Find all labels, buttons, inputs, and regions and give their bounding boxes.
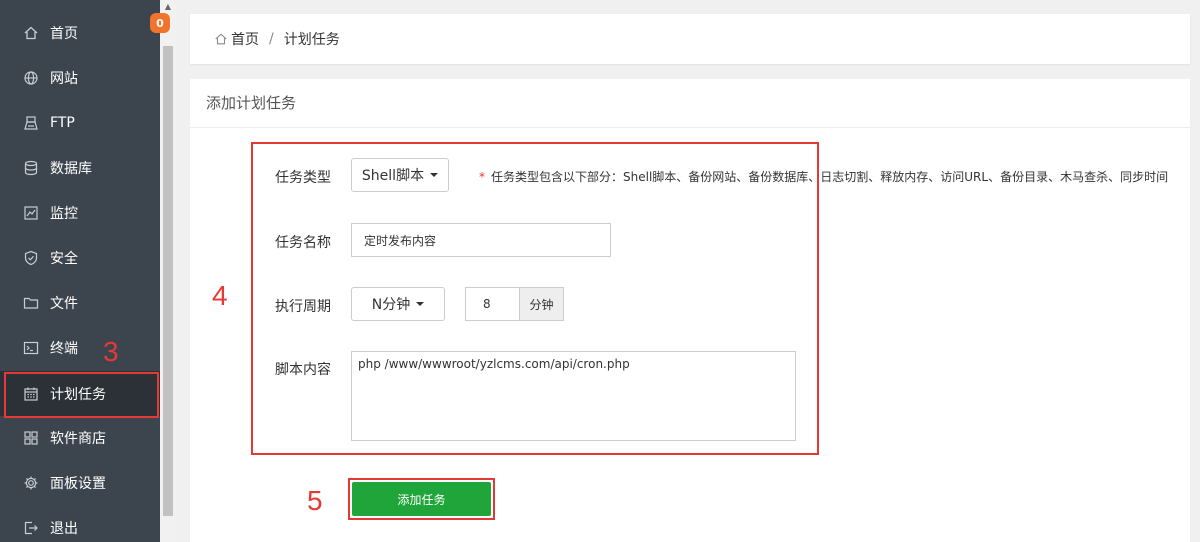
scroll-up-arrow-icon[interactable]: ▲ [163,2,173,12]
add-cron-panel: 添加计划任务 [190,79,1190,542]
sidebar-item-store[interactable]: 软件商店 [0,415,160,460]
task-type-label: 任务类型 [275,170,331,186]
sidebar-item-home[interactable]: 首页 [0,10,160,55]
cycle-number-input[interactable]: 8 [465,287,520,321]
sidebar-item-label: FTP [50,114,75,131]
breadcrumb-current: 计划任务 [283,32,340,48]
breadcrumb: 首页 / 计划任务 [214,14,340,64]
caret-down-icon [430,173,439,177]
cycle-value: N分钟 [371,297,411,313]
sidebar-item-label: 安全 [50,250,78,267]
logout-icon [23,520,39,536]
ftp-icon [23,115,39,131]
add-task-button[interactable]: 添加任务 [352,482,491,516]
sidebar-item-label: 首页 [50,25,78,42]
sidebar-scrollbar-thumb[interactable] [163,46,173,516]
script-textarea[interactable]: php /www/wwwroot/yzlcms.com/api/cron.php [351,351,796,441]
sidebar-item-label: 网站 [50,70,78,87]
notification-badge[interactable]: 0 [150,13,170,33]
breadcrumb-separator: / [269,31,274,47]
sidebar-item-logout[interactable]: 退出 [0,505,160,542]
required-star: * [479,170,485,184]
sidebar-item-website[interactable]: 网站 [0,55,160,100]
folder-icon [23,295,39,311]
sidebar-item-cron[interactable]: 计划任务 [0,371,160,416]
calendar-icon [23,386,39,402]
sidebar-item-label: 退出 [50,520,78,537]
task-type-value: Shell脚本 [361,168,425,184]
sidebar-item-monitor[interactable]: 监控 [0,190,160,235]
cycle-label: 执行周期 [275,299,331,315]
panel-title: 添加计划任务 [206,94,297,112]
annotation-step-5: 5 [307,485,323,516]
cycle-dropdown[interactable]: N分钟 [351,287,445,321]
sidebar-item-label: 数据库 [50,160,92,177]
annotation-step-4: 4 [212,280,228,311]
task-name-label: 任务名称 [275,235,331,251]
task-type-dropdown[interactable]: Shell脚本 [351,158,449,192]
sidebar-item-label: 文件 [50,295,78,312]
terminal-icon [23,340,39,356]
sidebar-item-ftp[interactable]: FTP [0,100,160,145]
sidebar-item-security[interactable]: 安全 [0,235,160,280]
sidebar-item-label: 终端 [50,340,78,357]
monitor-icon [23,205,39,221]
sidebar-item-database[interactable]: 数据库 [0,145,160,190]
sidebar-item-label: 面板设置 [50,475,106,492]
breadcrumb-home-link[interactable]: 首页 [231,29,259,49]
sidebar-item-label: 软件商店 [50,430,106,447]
globe-icon [23,70,39,86]
sidebar-item-label: 监控 [50,205,78,222]
sidebar-item-label: 计划任务 [50,386,106,403]
caret-down-icon [416,302,425,306]
home-icon [214,32,228,46]
breadcrumb-panel: 首页 / 计划任务 [190,14,1190,64]
sidebar-item-settings[interactable]: 面板设置 [0,460,160,505]
sidebar-item-files[interactable]: 文件 [0,280,160,325]
sidebar-item-terminal[interactable]: 终端 [0,325,160,370]
task-type-hint: * 任务类型包含以下部分：Shell脚本、备份网站、备份数据库、日志切割、释放内存… [479,168,1168,185]
annotation-step-3: 3 [103,336,119,367]
task-name-input[interactable]: 定时发布内容 [351,223,611,257]
cycle-unit-addon: 分钟 [519,287,564,321]
panel-divider [190,127,1190,128]
sidebar: 首页 网站 FTP 数据库 监控 安全 文件 终端 计划任务 软件商店 面板设置 [0,0,160,542]
task-type-hint-text: 任务类型包含以下部分：Shell脚本、备份网站、备份数据库、日志切割、释放内存、… [491,170,1169,184]
shield-icon [23,250,39,266]
apps-icon [23,430,39,446]
database-icon [23,160,39,176]
script-label: 脚本内容 [275,362,331,378]
home-icon [23,25,39,41]
gear-icon [23,475,39,491]
